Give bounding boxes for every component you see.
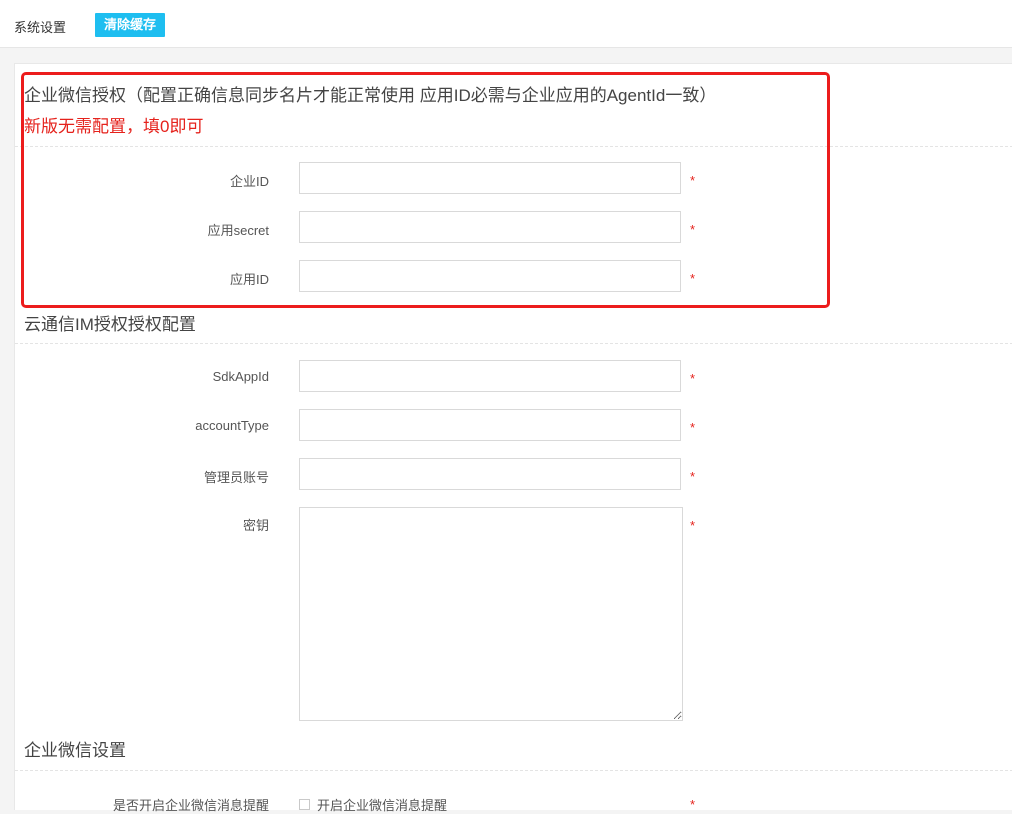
im-auth-title: 云通信IM授权授权配置 — [24, 315, 196, 334]
corp-id-input[interactable] — [299, 162, 681, 194]
notify-checkbox[interactable] — [299, 799, 310, 810]
app-id-input[interactable] — [299, 260, 681, 292]
sdk-app-id-label: SdkAppId — [212, 369, 269, 384]
secret-key-textarea[interactable] — [299, 507, 683, 721]
wechat-auth-title: 企业微信授权（配置正确信息同步名片才能正常使用 应用ID必需与企业应用的Agen… — [24, 86, 717, 105]
account-type-label: accountType — [195, 418, 269, 433]
app-id-label: 应用ID — [229, 272, 269, 287]
divider — [15, 770, 1012, 771]
notify-checkbox-label: 开启企业微信消息提醒 — [317, 798, 448, 813]
account-type-input[interactable] — [299, 409, 681, 441]
notify-checkbox-option[interactable]: 开启企业微信消息提醒 — [299, 795, 447, 814]
required-mark: * — [690, 271, 696, 286]
notify-label: 是否开启企业微信消息提醒 — [112, 798, 269, 813]
wechat-settings-title: 企业微信设置 — [24, 741, 126, 760]
required-mark: * — [690, 797, 696, 812]
divider — [15, 343, 1012, 344]
app-secret-label: 应用secret — [207, 223, 269, 238]
top-bar: 系统设置 清除缓存 — [0, 0, 1012, 48]
required-mark: * — [690, 371, 696, 386]
required-mark: * — [690, 173, 696, 188]
admin-account-label: 管理员账号 — [203, 470, 269, 485]
page-title: 系统设置 — [14, 20, 67, 35]
secret-key-label: 密钥 — [242, 518, 269, 533]
divider — [15, 146, 1012, 147]
settings-panel: 企业微信授权（配置正确信息同步名片才能正常使用 应用ID必需与企业应用的Agen… — [14, 63, 1012, 813]
required-mark: * — [690, 222, 696, 237]
admin-account-input[interactable] — [299, 458, 681, 490]
sdk-app-id-input[interactable] — [299, 360, 681, 392]
required-mark: * — [690, 420, 696, 435]
wechat-auth-note: 新版无需配置，填0即可 — [24, 117, 204, 136]
required-mark: * — [690, 518, 696, 533]
required-mark: * — [690, 469, 696, 484]
corp-id-label: 企业ID — [229, 174, 269, 189]
clear-cache-button[interactable]: 清除缓存 — [95, 13, 166, 37]
app-secret-input[interactable] — [299, 211, 681, 243]
